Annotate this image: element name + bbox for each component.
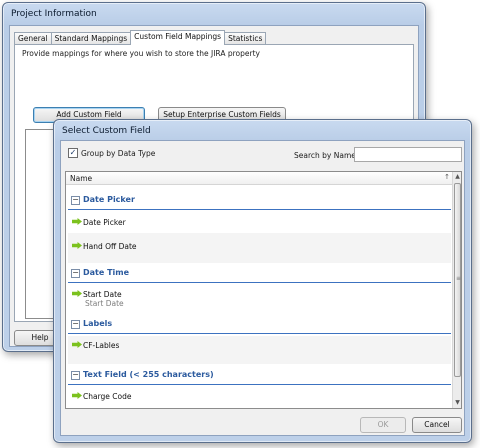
item-name: Start Date (83, 290, 122, 299)
group-header[interactable]: − Text Field (< 255 characters) (68, 366, 451, 385)
search-label: Search by Name (294, 151, 356, 160)
ok-button[interactable]: OK (360, 417, 406, 433)
list-item[interactable]: Charge Code (68, 387, 451, 408)
item-name: Charge Code (83, 392, 132, 401)
item-subtext: Start Date (85, 299, 124, 308)
select-custom-field-dialog: Select Custom Field ✓ Group by Data Type… (53, 119, 472, 443)
group-header[interactable]: − Labels (68, 315, 451, 334)
green-arrow-icon (72, 392, 82, 399)
sort-indicator-icon[interactable]: ↑ (444, 173, 450, 181)
grip-icon: ≡ (456, 275, 462, 282)
list-body: − Date Picker Date Picker Hand Off Date … (66, 185, 453, 408)
search-by-name-input[interactable] (354, 147, 462, 162)
collapse-minus-icon[interactable]: − (71, 196, 80, 205)
mapping-description: Provide mappings for where you wish to s… (22, 49, 260, 58)
item-name: Date Picker (83, 218, 126, 227)
green-arrow-icon (72, 341, 82, 348)
dialog-title: Select Custom Field (62, 126, 151, 136)
list-header: Name ↑ (66, 172, 453, 185)
list-item[interactable]: Date Picker (68, 212, 451, 233)
cancel-button[interactable]: Cancel (412, 417, 462, 433)
scroll-down-icon[interactable]: ▼ (453, 398, 461, 408)
tab-custom-field-mappings[interactable]: Custom Field Mappings (130, 30, 226, 45)
group-label: Labels (83, 319, 113, 328)
dialog-client-area: ✓ Group by Data Type Search by Name Name… (60, 140, 465, 436)
tab-strip: General Standard Mappings Custom Field M… (14, 30, 267, 45)
green-arrow-icon (72, 290, 82, 297)
group-by-data-type-label[interactable]: Group by Data Type (81, 149, 155, 158)
checkmark-icon: ✓ (69, 148, 77, 157)
list-item[interactable]: Start Date Start Date (68, 285, 451, 310)
column-header-name[interactable]: Name (70, 174, 92, 183)
group-header[interactable]: − Date Time (68, 264, 451, 283)
vertical-scrollbar[interactable]: ▲ ≡ ▼ (452, 172, 461, 408)
group-by-row: ✓ Group by Data Type (68, 148, 155, 158)
item-name: CF-Lables (83, 341, 120, 350)
custom-field-list: Name ↑ − Date Picker Date Picker Hand Of… (65, 171, 462, 409)
green-arrow-icon (72, 242, 82, 249)
group-label: Date Time (83, 268, 130, 277)
list-item[interactable]: Hand Off Date (68, 233, 451, 263)
scrollbar-thumb[interactable]: ≡ (454, 183, 461, 377)
group-label: Text Field (< 255 characters) (83, 370, 214, 379)
collapse-minus-icon[interactable]: − (71, 371, 80, 380)
group-by-data-type-checkbox[interactable]: ✓ (68, 148, 78, 158)
group-label: Date Picker (83, 195, 135, 204)
item-name: Hand Off Date (83, 242, 137, 251)
window-title: Project Information (11, 9, 97, 19)
list-item[interactable]: CF-Lables (68, 336, 451, 364)
collapse-minus-icon[interactable]: − (71, 269, 80, 278)
scroll-up-icon[interactable]: ▲ (453, 172, 461, 182)
collapse-minus-icon[interactable]: − (71, 320, 80, 329)
group-header[interactable]: − Date Picker (68, 191, 451, 210)
green-arrow-icon (72, 218, 82, 225)
